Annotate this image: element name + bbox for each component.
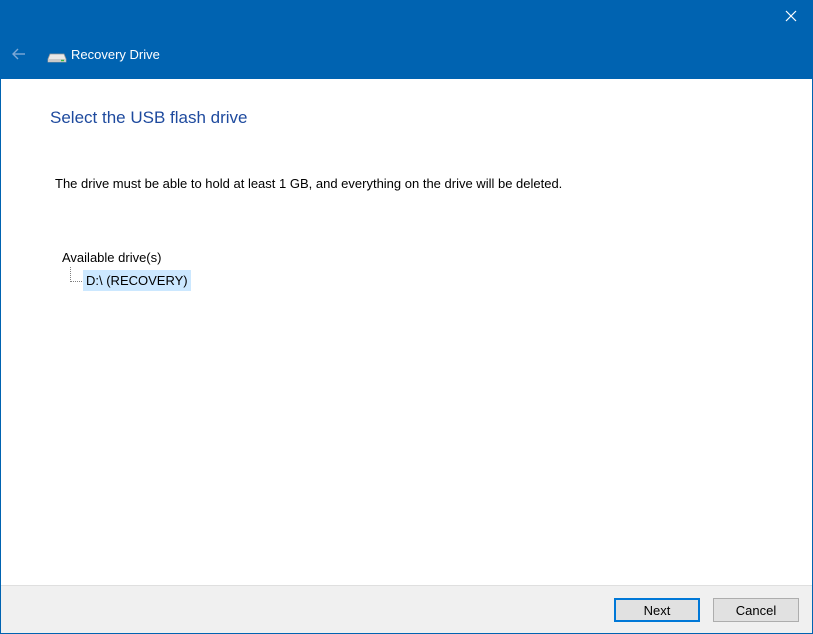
tree-connector-vertical bbox=[70, 267, 71, 282]
button-bar: Next Cancel bbox=[1, 585, 812, 633]
next-button[interactable]: Next bbox=[614, 598, 700, 622]
title-bar: Recovery Drive bbox=[1, 0, 813, 79]
recovery-drive-window: Recovery Drive Select the USB flash driv… bbox=[0, 0, 813, 634]
window-title: Recovery Drive bbox=[71, 47, 160, 62]
main-content: Select the USB flash drive The drive mus… bbox=[1, 79, 812, 585]
page-description: The drive must be able to hold at least … bbox=[55, 176, 563, 191]
page-heading: Select the USB flash drive bbox=[50, 108, 248, 127]
available-drives-label: Available drive(s) bbox=[62, 250, 162, 265]
drives-tree: D:\ (RECOVERY) bbox=[68, 267, 268, 293]
back-button[interactable] bbox=[7, 44, 31, 64]
drive-item-d-recovery[interactable]: D:\ (RECOVERY) bbox=[83, 270, 191, 291]
close-button[interactable] bbox=[768, 0, 813, 32]
back-arrow-icon bbox=[12, 48, 25, 60]
usb-drive-icon bbox=[47, 53, 67, 63]
cancel-button[interactable]: Cancel bbox=[713, 598, 799, 622]
tree-connector-horizontal bbox=[70, 281, 82, 282]
close-icon bbox=[785, 10, 797, 22]
